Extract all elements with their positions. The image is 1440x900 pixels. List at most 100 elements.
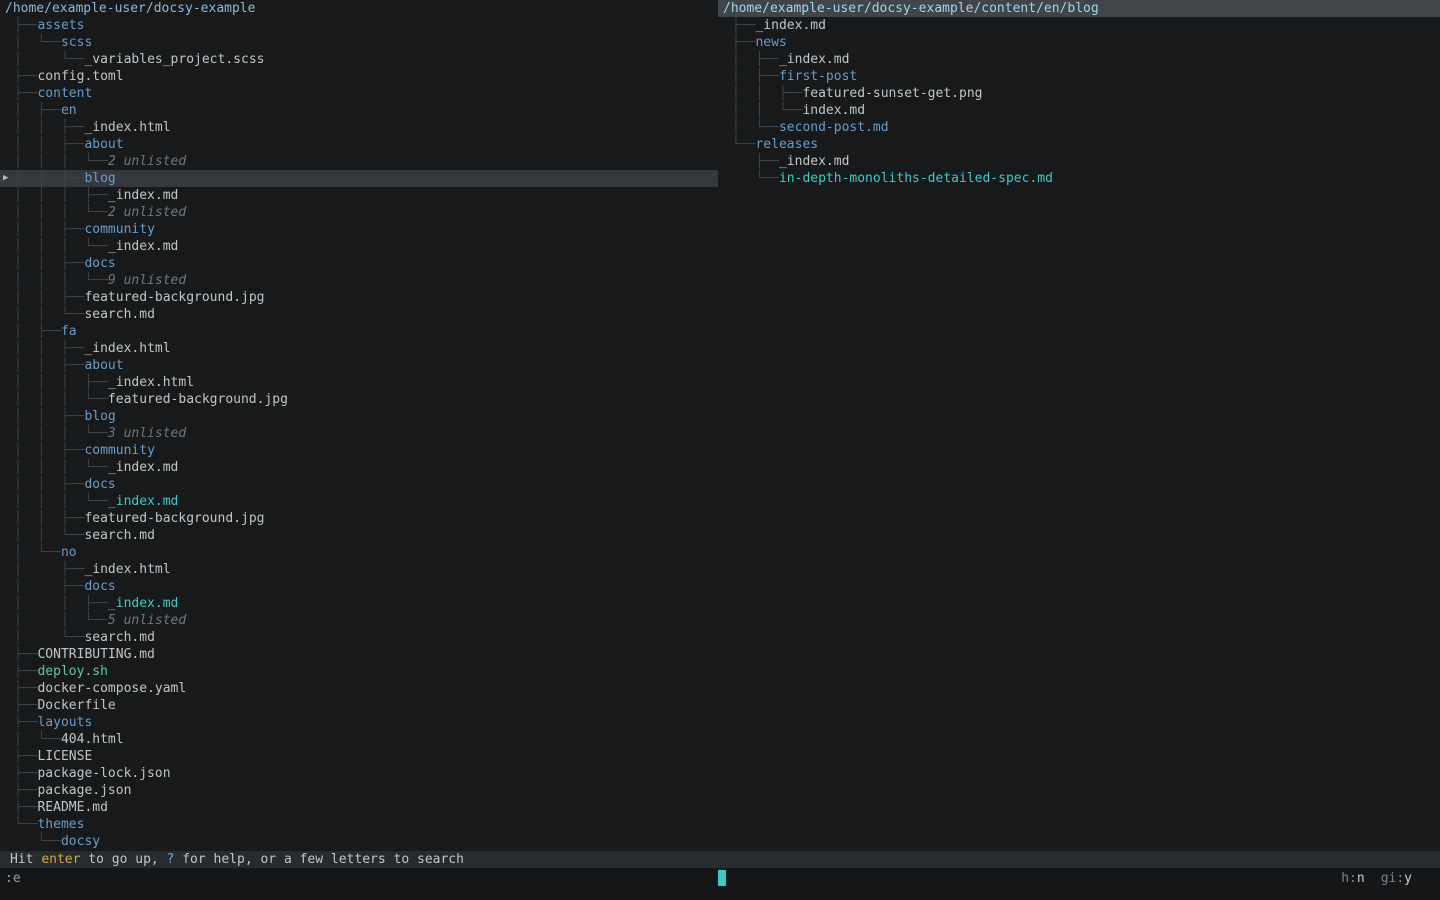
tree-row[interactable]: ├──LICENSE [0, 748, 718, 765]
tree-branch-lines: └── [732, 136, 755, 153]
tree-row[interactable]: │ │ ├──_index.md [0, 595, 718, 612]
entry-name: _index.html [84, 119, 170, 136]
tree-row[interactable]: │ │ ├──featured-background.jpg [0, 289, 718, 306]
left-panel-input[interactable]: :e [0, 870, 718, 887]
tree-row[interactable]: ├──Dockerfile [0, 697, 718, 714]
tree-branch-lines: │ │ ├── [14, 136, 84, 153]
tree-row[interactable]: │ │ │ └──_index.md [0, 238, 718, 255]
tree-branch-lines: │ │ │ ├── [14, 374, 108, 391]
tree-row-directory[interactable]: │ ├──first-post [718, 68, 1440, 85]
tree-row[interactable]: │ │ │ ├──_index.html [0, 374, 718, 391]
arrow-slot [0, 136, 14, 153]
tree-row[interactable]: │ │ └──search.md [0, 527, 718, 544]
tree-branch-lines: ├── [14, 85, 37, 102]
tree-row-directory[interactable]: └──docsy [0, 833, 718, 850]
entry-name: LICENSE [37, 748, 92, 765]
arrow-slot [718, 136, 732, 153]
tree-branch-lines: ├── [14, 799, 37, 816]
tree-row[interactable]: │ ├──_index.html [0, 561, 718, 578]
arrow-slot [0, 663, 14, 680]
tree-row[interactable]: │ └──404.html [0, 731, 718, 748]
arrow-slot [0, 697, 14, 714]
arrow-slot [0, 782, 14, 799]
tree-row-directory[interactable]: ├──news [718, 34, 1440, 51]
tree-row: │ │ │ └──3 unlisted [0, 425, 718, 442]
right-panel-input[interactable]: h:ngi:y [718, 870, 1440, 887]
tree-branch-lines: │ └── [14, 731, 61, 748]
tree-row-directory[interactable]: ├──assets [0, 17, 718, 34]
tree-row-directory[interactable]: │ │ ├──about [0, 136, 718, 153]
tree-row-directory[interactable]: └──releases [718, 136, 1440, 153]
entry-name: 2 unlisted [108, 153, 186, 170]
tree-row-directory[interactable]: │ │ ├──docs [0, 476, 718, 493]
tree-row[interactable]: ├──package.json [0, 782, 718, 799]
entry-name: 2 unlisted [108, 204, 186, 221]
tree-row-directory[interactable]: │ │ ├──community [0, 442, 718, 459]
entry-name: layouts [37, 714, 92, 731]
arrow-slot [718, 85, 732, 102]
tree-row[interactable]: └──in-depth-monoliths-detailed-spec.md [718, 170, 1440, 187]
arrow-slot [718, 153, 732, 170]
tree-row[interactable]: │ │ │ └──featured-background.jpg [0, 391, 718, 408]
tree-branch-lines: │ ├── [14, 578, 84, 595]
tree-row-directory[interactable]: ├──content [0, 85, 718, 102]
tree-row-directory[interactable]: ├──layouts [0, 714, 718, 731]
arrow-slot [0, 204, 14, 221]
tree-row-directory[interactable]: │ ├──en [0, 102, 718, 119]
entry-name: assets [37, 17, 84, 34]
tree-row[interactable]: │ │ ├──_index.html [0, 340, 718, 357]
tree-row[interactable]: │ ├──_index.md [718, 51, 1440, 68]
tree-row[interactable]: │ │ │ ├──_index.md [0, 187, 718, 204]
tree-row-directory[interactable]: │ │ ├──community [0, 221, 718, 238]
tree-row[interactable]: │ │ └──search.md [0, 306, 718, 323]
tree-row[interactable]: │ │ ├──featured-sunset-get.png [718, 85, 1440, 102]
tree-branch-lines: │ │ │ └── [14, 153, 108, 170]
tree-row-directory[interactable]: │ │ ├──about [0, 357, 718, 374]
tree-row[interactable]: │ │ │ └──_index.md [0, 459, 718, 476]
tree-row[interactable]: ├──config.toml [0, 68, 718, 85]
arrow-slot [0, 612, 14, 629]
tree-row[interactable]: │ │ ├──featured-background.jpg [0, 510, 718, 527]
arrow-slot [0, 221, 14, 238]
tree-row[interactable]: │ │ │ └──_index.md [0, 493, 718, 510]
tree-row-directory[interactable]: │ │ ├──blog [0, 408, 718, 425]
tree-row-directory[interactable]: │ └──scss [0, 34, 718, 51]
arrow-slot [0, 357, 14, 374]
tree-row[interactable]: ├──package-lock.json [0, 765, 718, 782]
tree-branch-lines: └── [732, 170, 779, 187]
tree-row[interactable]: ├──_index.md [718, 153, 1440, 170]
tree-branch-lines: │ │ └── [14, 306, 84, 323]
arrow-slot [0, 493, 14, 510]
tree-row-directory[interactable]: │ └──no [0, 544, 718, 561]
tree-row-directory[interactable]: └──themes [0, 816, 718, 833]
tree-row[interactable]: │ │ ├──_index.html [0, 119, 718, 136]
tree-branch-lines: │ │ │ ├── [14, 187, 108, 204]
tree-row[interactable]: │ │ └──index.md [718, 102, 1440, 119]
tree-row[interactable]: │ └──_variables_project.scss [0, 51, 718, 68]
arrow-slot [0, 238, 14, 255]
tree-row[interactable]: ├──deploy.sh [0, 663, 718, 680]
arrow-slot [718, 68, 732, 85]
tree-row[interactable]: ├──docker-compose.yaml [0, 680, 718, 697]
tree-row-directory[interactable]: │ ├──fa [0, 323, 718, 340]
entry-name: about [84, 357, 123, 374]
tree-branch-lines: ├── [14, 663, 37, 680]
tree-row-directory[interactable]: │ │ ├──docs [0, 255, 718, 272]
arrow-slot [0, 799, 14, 816]
arrow-slot [0, 527, 14, 544]
tree-row[interactable]: ├──_index.md [718, 17, 1440, 34]
tree-row-directory[interactable]: │ ├──docs [0, 578, 718, 595]
flag-label: h [1341, 871, 1349, 886]
entry-name: 5 unlisted [108, 612, 186, 629]
tree-row[interactable]: ├──README.md [0, 799, 718, 816]
tree-branch-lines: │ │ │ └── [14, 272, 108, 289]
tree-row[interactable]: │ └──search.md [0, 629, 718, 646]
entry-name: _variables_project.scss [84, 51, 264, 68]
entry-name: 404.html [61, 731, 124, 748]
entry-name: docs [84, 578, 115, 595]
entry-name: CONTRIBUTING.md [37, 646, 154, 663]
tree-row[interactable]: ├──CONTRIBUTING.md [0, 646, 718, 663]
tree-row-directory[interactable]: ▶│ │ ├──blog [0, 170, 718, 187]
tree-row[interactable]: │ └──second-post.md [718, 119, 1440, 136]
flag-h: h:n [1341, 871, 1364, 886]
